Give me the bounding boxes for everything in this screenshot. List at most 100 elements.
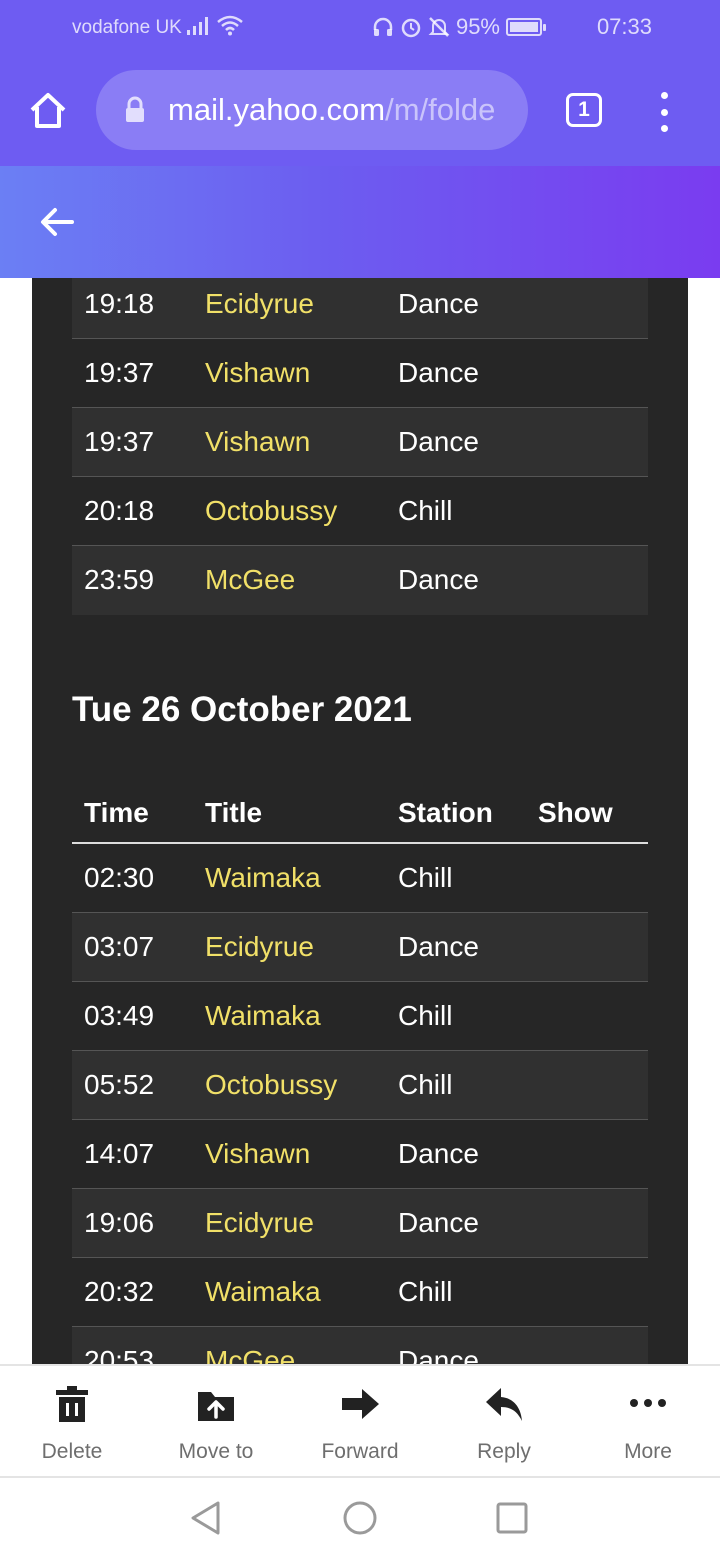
mute-icon bbox=[428, 17, 450, 37]
email-content[interactable]: 19:18 Ecidyrue Dance 19:37 Vishawn Dance… bbox=[0, 278, 720, 1364]
browser-chrome: vodafone UK 95% 07:33 mail.yahoo.com /m/… bbox=[0, 0, 720, 166]
headset-icon bbox=[373, 17, 393, 36]
url-path: /m/folde bbox=[385, 92, 496, 127]
message-action-bar: Delete Move to Forward Reply More bbox=[0, 1364, 720, 1478]
table-row: 19:06 Ecidyrue Dance bbox=[72, 1189, 648, 1258]
cell-station: Dance bbox=[398, 426, 479, 457]
table-row: 19:37 Vishawn Dance bbox=[72, 408, 648, 477]
alarm-icon bbox=[401, 18, 421, 38]
lock-icon bbox=[126, 96, 144, 122]
cell-station: Chill bbox=[398, 1276, 453, 1307]
cell-title[interactable]: Ecidyrue bbox=[205, 913, 314, 981]
reply-arrow-icon bbox=[486, 1388, 522, 1421]
cell-title[interactable]: Vishawn bbox=[205, 1120, 310, 1188]
cell-station: Dance bbox=[398, 931, 479, 962]
trash-icon bbox=[56, 1386, 88, 1422]
table-row: 20:18 Octobussy Chill bbox=[72, 477, 648, 546]
table-row: 03:07 Ecidyrue Dance bbox=[72, 913, 648, 982]
tab-switcher-button[interactable]: 1 bbox=[566, 93, 602, 127]
cell-time: 20:32 bbox=[84, 1276, 155, 1307]
table-row: 23:59 McGee Dance bbox=[72, 546, 648, 615]
forward-label: Forward bbox=[321, 1440, 399, 1463]
cell-title[interactable]: McGee bbox=[205, 1327, 295, 1364]
table-row: 20:53 McGee Dance bbox=[72, 1327, 648, 1364]
cell-title[interactable]: Vishawn bbox=[205, 339, 310, 407]
more-vert-icon[interactable] bbox=[654, 92, 674, 132]
cell-time: 19:06 bbox=[84, 1207, 155, 1238]
cell-title[interactable]: Waimaka bbox=[205, 982, 321, 1050]
schedule-table-previous: 19:18 Ecidyrue Dance 19:37 Vishawn Dance… bbox=[72, 278, 648, 615]
cell-station: Dance bbox=[398, 288, 479, 319]
table-row: 19:18 Ecidyrue Dance bbox=[72, 278, 648, 339]
reply-button[interactable]: Reply bbox=[432, 1366, 576, 1478]
date-heading: Tue 26 October 2021 bbox=[72, 690, 412, 729]
cell-title[interactable]: Waimaka bbox=[205, 1258, 321, 1326]
table-row: 19:37 Vishawn Dance bbox=[72, 339, 648, 408]
move-to-button[interactable]: Move to bbox=[144, 1366, 288, 1478]
system-nav-bar bbox=[0, 1478, 720, 1560]
arrow-back-icon[interactable] bbox=[38, 204, 78, 240]
cell-station: Dance bbox=[398, 1207, 479, 1238]
move-to-label: Move to bbox=[178, 1440, 254, 1463]
cell-time: 19:18 bbox=[84, 288, 155, 319]
cell-title[interactable]: Octobussy bbox=[205, 477, 337, 545]
clock: 07:33 bbox=[596, 14, 652, 39]
cell-time: 03:07 bbox=[84, 931, 155, 962]
cell-time: 20:18 bbox=[84, 495, 155, 526]
delete-label: Delete bbox=[41, 1440, 103, 1463]
home-icon[interactable] bbox=[28, 90, 68, 130]
cell-station: Chill bbox=[398, 495, 453, 526]
header-station: Station bbox=[398, 797, 493, 828]
cell-time: 20:53 bbox=[84, 1345, 155, 1364]
delete-button[interactable]: Delete bbox=[0, 1366, 144, 1478]
carrier-name: vodafone UK bbox=[72, 17, 182, 38]
cell-station: Dance bbox=[398, 1345, 479, 1364]
cell-station: Chill bbox=[398, 1000, 453, 1031]
header-title: Title bbox=[205, 797, 263, 828]
reply-label: Reply bbox=[477, 1440, 531, 1463]
url-host: mail.yahoo.com bbox=[168, 92, 386, 127]
cell-title[interactable]: Ecidyrue bbox=[205, 278, 314, 338]
schedule-table: 02:30 Waimaka Chill 03:07 Ecidyrue Dance… bbox=[72, 844, 648, 1364]
cell-time: 19:37 bbox=[84, 426, 155, 457]
table-row: 14:07 Vishawn Dance bbox=[72, 1120, 648, 1189]
nav-back-icon[interactable] bbox=[188, 1500, 224, 1536]
cell-station: Dance bbox=[398, 357, 479, 388]
status-right-icons: 95% bbox=[372, 14, 546, 40]
cell-time: 02:30 bbox=[84, 862, 155, 893]
cell-station: Chill bbox=[398, 1069, 453, 1100]
cell-title[interactable]: Ecidyrue bbox=[205, 1189, 314, 1257]
cell-time: 05:52 bbox=[84, 1069, 155, 1100]
cell-title[interactable]: McGee bbox=[205, 546, 295, 614]
battery-percent: 95% bbox=[455, 14, 500, 39]
table-row: 05:52 Octobussy Chill bbox=[72, 1051, 648, 1120]
cell-station: Dance bbox=[398, 564, 479, 595]
screen: vodafone UK 95% 07:33 mail.yahoo.com /m/… bbox=[0, 0, 720, 1560]
cell-time: 19:37 bbox=[84, 357, 155, 388]
wifi-icon bbox=[217, 15, 243, 36]
table-row: 20:32 Waimaka Chill bbox=[72, 1258, 648, 1327]
signal-wifi-icons bbox=[186, 14, 244, 36]
address-bar[interactable]: mail.yahoo.com/m/folde bbox=[96, 70, 528, 150]
battery-icon bbox=[506, 18, 546, 36]
nav-recents-icon[interactable] bbox=[494, 1500, 530, 1536]
more-label: More bbox=[624, 1440, 672, 1463]
folder-move-icon bbox=[198, 1392, 234, 1421]
table-row: 02:30 Waimaka Chill bbox=[72, 844, 648, 913]
cell-time: 14:07 bbox=[84, 1138, 155, 1169]
cell-time: 23:59 bbox=[84, 564, 155, 595]
cell-time: 03:49 bbox=[84, 1000, 155, 1031]
mail-app-bar bbox=[0, 166, 720, 278]
cell-title[interactable]: Vishawn bbox=[205, 408, 310, 476]
cell-title[interactable]: Waimaka bbox=[205, 844, 321, 912]
table-row: 03:49 Waimaka Chill bbox=[72, 982, 648, 1051]
more-button[interactable]: More bbox=[576, 1366, 720, 1478]
table-header: Time Title Station Show bbox=[72, 784, 648, 844]
cell-station: Chill bbox=[398, 862, 453, 893]
forward-arrow-icon bbox=[342, 1389, 379, 1419]
forward-button[interactable]: Forward bbox=[288, 1366, 432, 1478]
signal-icon bbox=[187, 17, 208, 35]
cell-title[interactable]: Octobussy bbox=[205, 1051, 337, 1119]
nav-home-icon[interactable] bbox=[342, 1500, 378, 1536]
cell-station: Dance bbox=[398, 1138, 479, 1169]
